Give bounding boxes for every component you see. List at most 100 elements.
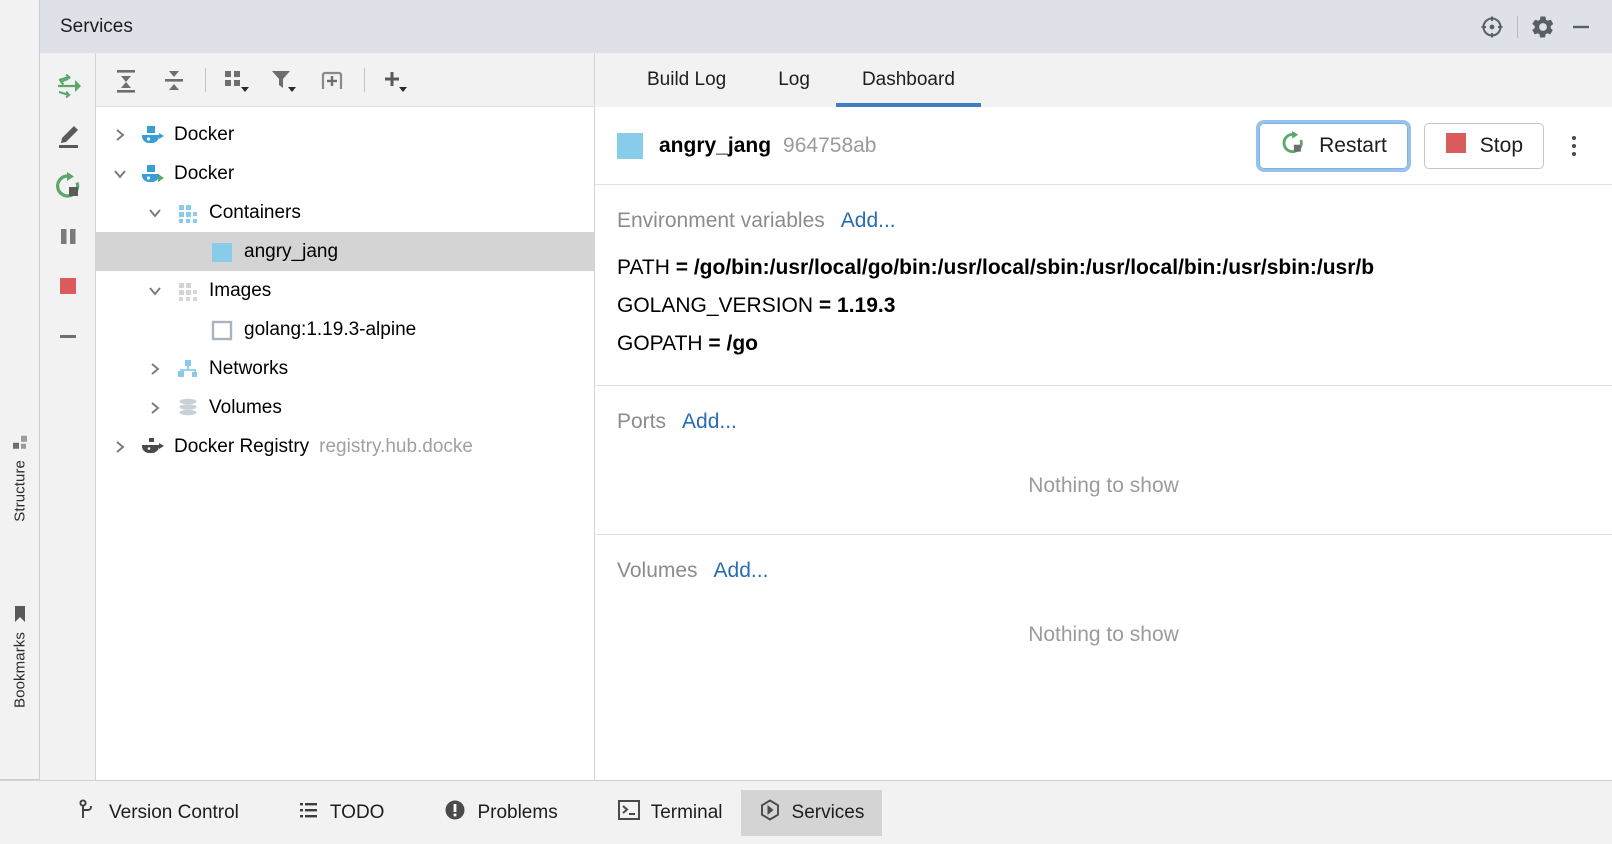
page-title: Services xyxy=(60,15,133,37)
chevron-down-icon[interactable] xyxy=(102,166,138,182)
env-key: GOLANG_VERSION xyxy=(617,294,814,317)
tree-node-label: Docker xyxy=(174,123,235,145)
pause-icon[interactable] xyxy=(46,211,90,261)
volumes-add-link[interactable]: Add... xyxy=(714,559,769,583)
ports-empty-message: Nothing to show xyxy=(1028,474,1179,497)
structure-icon xyxy=(11,434,29,452)
tree-node-volumes[interactable]: Volumes xyxy=(96,388,594,427)
status-bar: Version Control TODO Problems Terminal S… xyxy=(0,780,1612,844)
container-status-swatch xyxy=(617,132,643,159)
stop-button[interactable]: Stop xyxy=(1423,122,1544,169)
services-window-header: Services xyxy=(40,0,1612,53)
add-icon[interactable] xyxy=(372,58,420,102)
ports-add-link[interactable]: Add... xyxy=(682,410,737,434)
edit-icon[interactable] xyxy=(46,111,90,161)
env-key: GOPATH xyxy=(617,332,703,355)
tree-toolbar xyxy=(96,53,594,107)
tree-node-label: Volumes xyxy=(209,396,282,418)
tree-node-networks[interactable]: Networks xyxy=(96,349,594,388)
toolbar-separator-2 xyxy=(364,67,365,92)
ports-section: Ports Add... Nothing to show xyxy=(595,386,1612,535)
chevron-right-icon[interactable] xyxy=(102,439,138,455)
environment-variables-section: Environment variables Add... PATH = /go/… xyxy=(595,185,1612,386)
services-tree[interactable]: Docker Docker Containers angry_jang Imag… xyxy=(96,107,594,780)
tree-node-label: golang:1.19.3-alpine xyxy=(244,318,417,340)
tree-node-docker-registry[interactable]: Docker Registry registry.hub.docke xyxy=(96,427,594,466)
tree-node-label: Networks xyxy=(209,357,289,379)
chevron-right-icon[interactable] xyxy=(137,400,173,416)
tab-label: Dashboard xyxy=(861,69,955,90)
left-strip-item-bookmarks[interactable]: Bookmarks xyxy=(11,604,29,708)
env-add-link[interactable]: Add... xyxy=(841,209,896,233)
chevron-right-icon[interactable] xyxy=(137,361,173,377)
env-value: /go/bin:/usr/local/go/bin:/usr/local/sbi… xyxy=(693,256,1375,279)
restart-button[interactable]: Restart xyxy=(1256,119,1411,172)
warning-icon xyxy=(444,799,466,827)
chevron-down-icon[interactable] xyxy=(137,283,173,299)
filter-icon[interactable] xyxy=(261,58,309,102)
tree-node-label: Docker Registry xyxy=(174,435,310,457)
bookmark-icon xyxy=(11,604,29,624)
target-icon[interactable] xyxy=(1473,8,1511,46)
chevron-right-icon[interactable] xyxy=(102,127,138,143)
env-value: /go xyxy=(726,332,759,355)
restart-icon xyxy=(1280,130,1306,162)
tree-node-containers[interactable]: Containers xyxy=(96,193,594,232)
networks-icon xyxy=(173,358,203,380)
env-equals: = xyxy=(818,294,838,317)
chevron-down-icon[interactable] xyxy=(137,205,173,221)
statusbar-item-problems[interactable]: Problems xyxy=(426,790,575,836)
dot xyxy=(1572,151,1576,156)
statusbar-label: Problems xyxy=(477,801,558,823)
stop-icon xyxy=(1445,132,1467,160)
tree-node-angry-jang[interactable]: angry_jang xyxy=(96,232,594,271)
services-icon xyxy=(759,798,781,827)
env-value: 1.19.3 xyxy=(837,294,896,317)
tree-node-docker-connected[interactable]: Docker xyxy=(96,154,594,193)
left-tool-strip: Structure Bookmarks xyxy=(0,0,40,780)
tab-build-log[interactable]: Build Log xyxy=(621,53,752,107)
tree-node-golang-image[interactable]: golang:1.19.3-alpine xyxy=(96,310,594,349)
rerun-icon[interactable] xyxy=(46,161,90,211)
stop-icon[interactable] xyxy=(46,261,90,311)
tree-node-docker[interactable]: Docker xyxy=(96,115,594,154)
container-hash: 964758ab xyxy=(783,133,877,157)
environment-variables-list: PATH = /go/bin:/usr/local/go/bin:/usr/lo… xyxy=(595,239,1612,385)
images-icon xyxy=(173,280,203,302)
ports-header: Ports Add... xyxy=(595,386,1612,440)
minus-icon[interactable] xyxy=(46,311,90,361)
attach-icon[interactable] xyxy=(46,61,90,111)
tab-log[interactable]: Log xyxy=(752,53,836,107)
bookmarks-label: Bookmarks xyxy=(11,632,28,708)
structure-label: Structure xyxy=(11,460,28,522)
header-separator xyxy=(1517,15,1518,38)
container-header: angry_jang 964758ab Restart Stop xyxy=(595,107,1612,185)
statusbar-label: Version Control xyxy=(109,801,239,823)
statusbar-label: TODO xyxy=(329,801,385,823)
docker-icon xyxy=(138,124,168,146)
statusbar-item-todo[interactable]: TODO xyxy=(281,790,403,836)
statusbar-item-terminal[interactable]: Terminal xyxy=(600,790,741,836)
services-tree-column: Docker Docker Containers angry_jang Imag… xyxy=(96,53,595,780)
dot xyxy=(1572,143,1576,148)
registry-icon xyxy=(138,436,168,458)
env-row: GOLANG_VERSION = 1.19.3 xyxy=(617,287,1612,325)
gear-icon[interactable] xyxy=(1524,8,1562,46)
group-by-icon[interactable] xyxy=(213,58,261,102)
env-equals: = xyxy=(708,332,727,355)
collapse-all-icon[interactable] xyxy=(150,58,198,102)
more-options-button[interactable] xyxy=(1554,123,1594,169)
container-running-icon xyxy=(208,240,238,264)
tree-node-images[interactable]: Images xyxy=(96,271,594,310)
expand-all-icon[interactable] xyxy=(102,58,150,102)
tree-node-label: angry_jang xyxy=(244,240,339,262)
left-strip-item-structure[interactable]: Structure xyxy=(11,434,29,522)
statusbar-item-version-control[interactable]: Version Control xyxy=(60,790,257,836)
add-tab-icon[interactable] xyxy=(309,58,357,102)
statusbar-item-services[interactable]: Services xyxy=(740,789,883,836)
statusbar-label: Terminal xyxy=(650,801,723,823)
services-window: Services Docker Docker Containers angry_… xyxy=(40,0,1612,780)
tab-dashboard[interactable]: Dashboard xyxy=(835,53,981,107)
container-name: angry_jang xyxy=(659,133,772,157)
minimize-icon[interactable] xyxy=(1562,8,1600,46)
